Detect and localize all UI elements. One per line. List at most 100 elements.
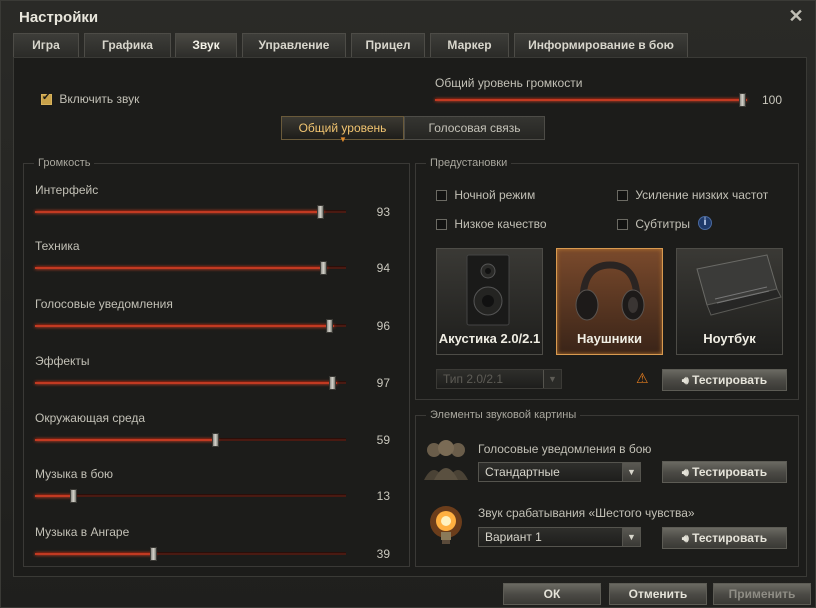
cancel-button[interactable]: Отменить [609,583,707,605]
slider-thumb[interactable] [150,547,157,561]
chevron-down-icon: ▼ [543,370,561,388]
voice-notifications-value: Стандартные [485,465,560,479]
option-night-mode[interactable]: Ночной режим [436,188,535,202]
settings-window: Настройки ✕ Игра Графика Звук Управление… [0,0,816,608]
slider-label-vehicles: Техника [35,239,80,253]
option-low-quality[interactable]: Низкое качество [436,217,547,231]
presets-test-button[interactable]: 🔊︎ Тестировать [662,369,787,391]
sixth-sense-value: Вариант 1 [485,530,542,544]
volume-group-title: Громкость [34,157,95,169]
sixth-sense-select[interactable]: Вариант 1 ▼ [478,527,641,547]
bass-boost-checkbox[interactable] [617,190,628,202]
voice-notifications-select[interactable]: Стандартные ▼ [478,462,641,482]
master-volume-thumb[interactable] [739,93,746,107]
speaker-type-select[interactable]: Тип 2.0/2.1 ▼ [436,369,562,389]
sixth-sense-test-button[interactable]: 🔊︎ Тестировать [662,527,787,549]
enable-sound-toggle[interactable]: Включить звук [41,92,139,106]
tab-sight[interactable]: Прицел [351,33,425,57]
slider-thumb[interactable] [329,376,336,390]
tab-graphics[interactable]: Графика [84,33,171,57]
info-icon[interactable]: i [698,216,712,230]
close-icon[interactable]: ✕ [787,7,805,25]
sound-panel: Включить звук Общий уровень громкости 10… [13,57,807,577]
tab-marker[interactable]: Маркер [430,33,509,57]
active-subtab-chevron-icon: ▼ [339,135,347,144]
subtab-voice-chat[interactable]: Голосовая связь [404,116,545,140]
speaker-icon: 🔊︎ [681,374,689,387]
master-volume-value: 100 [761,93,782,107]
low-quality-label: Низкое качество [454,217,547,231]
preset-headphones[interactable]: Наушники [556,248,663,355]
apply-button[interactable]: Применить [713,583,811,605]
bass-boost-label: Усиление низких частот [635,188,769,202]
master-volume-fill [435,99,747,101]
subtitles-checkbox[interactable] [617,219,628,231]
tab-sound[interactable]: Звук [175,33,237,58]
slider-label-effects: Эффекты [35,354,90,368]
voice-notifications-label: Голосовые уведомления в бою [478,442,652,456]
slider-thumb[interactable] [212,433,219,447]
slider-value-effects: 97 [376,376,390,390]
slider-value-battle-music: 13 [376,489,390,503]
lightbulb-icon [430,506,462,544]
slider-value-ambient: 59 [376,433,390,447]
slider-value-interface: 93 [376,205,390,219]
master-volume-label: Общий уровень громкости [435,76,583,90]
presets-test-label: Тестировать [692,373,768,387]
speaker-icon: 🔊︎ [681,532,689,545]
sound-subtabs: Общий уровень Голосовая связь ▼ [281,116,545,144]
night-mode-checkbox[interactable] [436,190,447,202]
slider-effects[interactable] [35,376,346,390]
speaker-type-value: Тип 2.0/2.1 [443,372,504,386]
warning-icon: ⚠ [636,370,649,386]
device-presets: Акустика 2.0/2.1 Наушники Ноутбук [436,248,786,355]
slider-thumb[interactable] [326,319,333,333]
voice-test-button[interactable]: 🔊︎ Тестировать [662,461,787,483]
slider-vehicles[interactable] [35,261,346,275]
sixth-sense-test-label: Тестировать [692,531,768,545]
laptop-icon [696,254,782,316]
volume-group: Громкость Интерфейс 93 Техника 94 Голосо… [23,157,410,567]
night-mode-label: Ночной режим [454,188,536,202]
slider-fill [35,553,157,555]
master-volume-slider[interactable] [435,93,747,107]
slider-thumb[interactable] [317,205,324,219]
footer: ОК Отменить Применить [1,579,816,608]
preset-laptop-label: Ноутбук [703,331,756,346]
ok-button[interactable]: ОК [503,583,601,605]
preset-speakers[interactable]: Акустика 2.0/2.1 [436,248,543,355]
tab-battle-info[interactable]: Информирование в бою [514,33,688,57]
sixth-sense-label: Звук срабатывания «Шестого чувства» [478,506,695,520]
slider-label-interface: Интерфейс [35,183,99,197]
option-bass-boost[interactable]: Усиление низких частот [617,188,768,202]
slider-label-ambient: Окружающая среда [35,411,146,425]
preset-laptop[interactable]: Ноутбук [676,248,783,355]
subtitles-label: Субтитры [635,217,691,231]
enable-sound-label: Включить звук [59,92,140,106]
slider-thumb[interactable] [70,489,77,503]
presets-group-title: Предустановки [426,157,512,169]
slider-value-vehicles: 94 [376,261,390,275]
slider-voice-notifications[interactable] [35,319,346,333]
option-subtitles[interactable]: Субтитры [617,217,690,231]
slider-value-voice-notifications: 96 [376,319,390,333]
enable-sound-checkbox[interactable] [41,92,52,106]
low-quality-checkbox[interactable] [436,219,447,231]
tab-game[interactable]: Игра [13,33,79,57]
slider-interface[interactable] [35,205,346,219]
slider-ambient[interactable] [35,433,346,447]
presets-group: Предустановки Ночной режим Усиление низк… [415,157,799,400]
slider-fill [35,267,328,269]
speaker-icon: 🔊︎ [681,466,689,479]
tab-controls[interactable]: Управление [242,33,346,57]
slider-battle-music[interactable] [35,489,346,503]
slider-thumb[interactable] [320,261,327,275]
slider-label-voice-notifications: Голосовые уведомления [35,297,173,311]
sound-elements-title: Элементы звуковой картины [426,409,581,421]
slider-hangar-music[interactable] [35,547,346,561]
headphones-icon [575,261,645,321]
slider-label-hangar-music: Музыка в Ангаре [35,525,130,539]
slider-value-hangar-music: 39 [376,547,390,561]
slider-fill [35,382,337,384]
window-title: Настройки [19,9,99,26]
